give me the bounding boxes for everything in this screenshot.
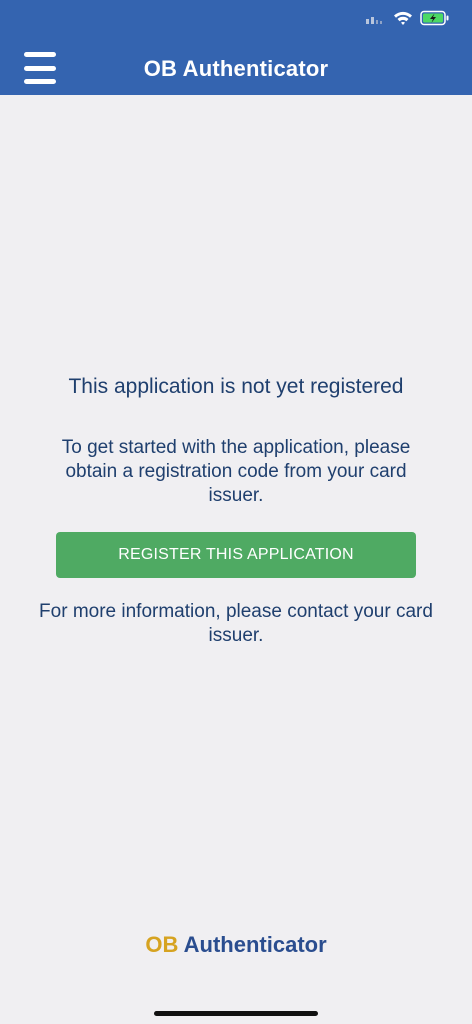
- registration-instructions: To get started with the application, ple…: [61, 437, 411, 506]
- app-screen: OB Authenticator This application is not…: [0, 0, 472, 1024]
- contact-issuer-text: For more information, please contact you…: [39, 601, 433, 646]
- not-registered-heading: This application is not yet registered: [68, 375, 404, 398]
- registration-message: This application is not yet registered T…: [0, 372, 472, 648]
- logo-authenticator-text: Authenticator: [183, 932, 327, 957]
- battery-charging-icon: [420, 10, 450, 31]
- footer-logo: OB Authenticator: [0, 932, 472, 958]
- cellular-signal-icon: [366, 11, 386, 29]
- app-header: OB Authenticator: [0, 0, 472, 95]
- home-indicator[interactable]: [154, 1011, 318, 1016]
- logo-ob-text: OB: [145, 932, 179, 957]
- app-title: OB Authenticator: [143, 56, 329, 81]
- wifi-icon: [393, 10, 413, 31]
- status-bar: [366, 10, 450, 30]
- register-application-button[interactable]: REGISTER THIS APPLICATION: [56, 532, 416, 578]
